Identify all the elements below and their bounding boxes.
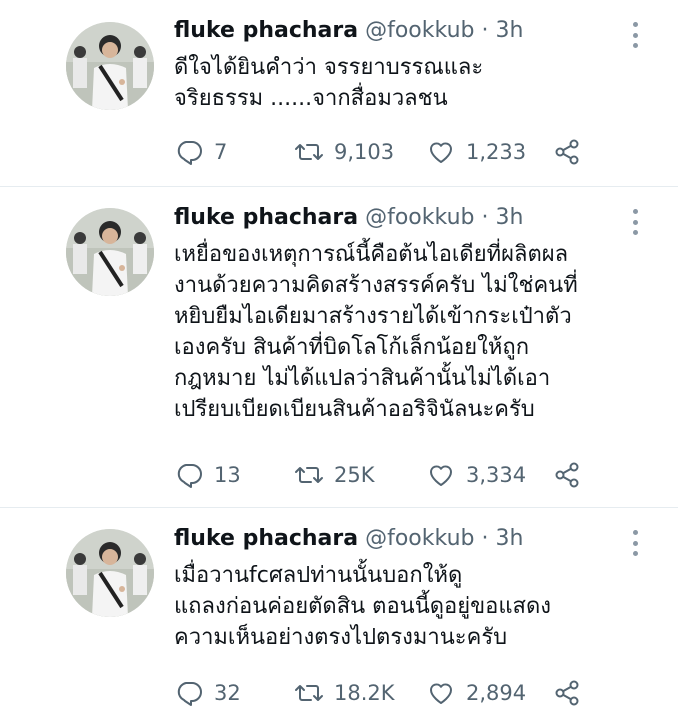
like-button[interactable]: 1,233 [426, 137, 552, 167]
tweet-text: เหยื่อของเหตุการณ์นี้คือต้นไอเดียที่ผลิต… [174, 242, 578, 422]
tweet-actions: 7 9,103 1,233 [174, 134, 594, 170]
reply-icon [177, 141, 202, 165]
tweet-time[interactable]: · 3h [481, 526, 523, 551]
share-icon [555, 462, 579, 488]
reply-count: 7 [214, 140, 228, 164]
user-name[interactable]: fluke phachara [174, 18, 358, 43]
share-button[interactable] [552, 460, 582, 490]
tweet-header: fluke phachara @fookkub · 3h [174, 16, 523, 46]
retweet-button[interactable]: 18.2K [294, 678, 426, 708]
retweet-icon [295, 144, 323, 160]
more-vertical-icon[interactable] [630, 22, 640, 48]
retweet-icon [295, 467, 323, 483]
like-count: 2,894 [466, 681, 527, 705]
more-vertical-icon[interactable] [630, 530, 640, 556]
share-button[interactable] [552, 137, 582, 167]
tweet-actions: 32 18.2K 2,894 [174, 675, 594, 711]
more-vertical-icon[interactable] [630, 209, 640, 235]
like-count: 3,334 [466, 463, 527, 487]
tweet-card[interactable]: fluke phachara @fookkub · 3h ดีใจได้ยินค… [0, 0, 678, 187]
avatar[interactable] [66, 529, 154, 617]
share-button[interactable] [552, 678, 582, 708]
tweet-card[interactable]: fluke phachara @fookkub · 3h เมื่อวานfcศ… [0, 508, 678, 716]
tweet-text: เมื่อวานfcศลปท่านนั้นบอกให้ดู แถลงก่อนค่… [174, 563, 552, 650]
tweet-header: fluke phachara @fookkub · 3h [174, 524, 523, 554]
user-name[interactable]: fluke phachara [174, 526, 358, 551]
reply-icon [177, 464, 202, 488]
tweet-actions: 13 25K 3,334 [174, 457, 594, 493]
retweet-count: 9,103 [334, 140, 395, 164]
reply-count: 13 [214, 463, 241, 487]
tweet-time[interactable]: · 3h [481, 205, 523, 230]
user-name[interactable]: fluke phachara [174, 205, 358, 230]
heart-icon [429, 465, 453, 486]
tweet-header: fluke phachara @fookkub · 3h [174, 203, 523, 233]
retweet-icon [295, 685, 323, 701]
reply-button[interactable]: 7 [174, 137, 294, 167]
reply-icon [177, 682, 202, 706]
tweet-text: ดีใจได้ยินคำว่า จรรยาบรรณและ จริยธรรม ..… [174, 55, 484, 111]
user-handle[interactable]: @fookkub [365, 526, 474, 551]
like-count: 1,233 [466, 140, 527, 164]
retweet-count: 25K [334, 463, 375, 487]
retweet-count: 18.2K [334, 681, 395, 705]
tweet-time[interactable]: · 3h [481, 18, 523, 43]
heart-icon [429, 683, 453, 704]
reply-button[interactable]: 13 [174, 460, 294, 490]
share-icon [555, 139, 579, 165]
tweet-card[interactable]: fluke phachara @fookkub · 3h เหยื่อของเห… [0, 187, 678, 508]
avatar[interactable] [66, 208, 154, 296]
share-icon [555, 680, 579, 706]
reply-button[interactable]: 32 [174, 678, 294, 708]
avatar-photo [66, 22, 154, 110]
reply-count: 32 [214, 681, 241, 705]
like-button[interactable]: 2,894 [426, 678, 552, 708]
avatar-photo [66, 529, 154, 617]
like-button[interactable]: 3,334 [426, 460, 552, 490]
avatar[interactable] [66, 22, 154, 110]
retweet-button[interactable]: 9,103 [294, 137, 426, 167]
user-handle[interactable]: @fookkub [365, 18, 474, 43]
retweet-button[interactable]: 25K [294, 460, 426, 490]
avatar-photo [66, 208, 154, 296]
user-handle[interactable]: @fookkub [365, 205, 474, 230]
heart-icon [429, 142, 453, 163]
